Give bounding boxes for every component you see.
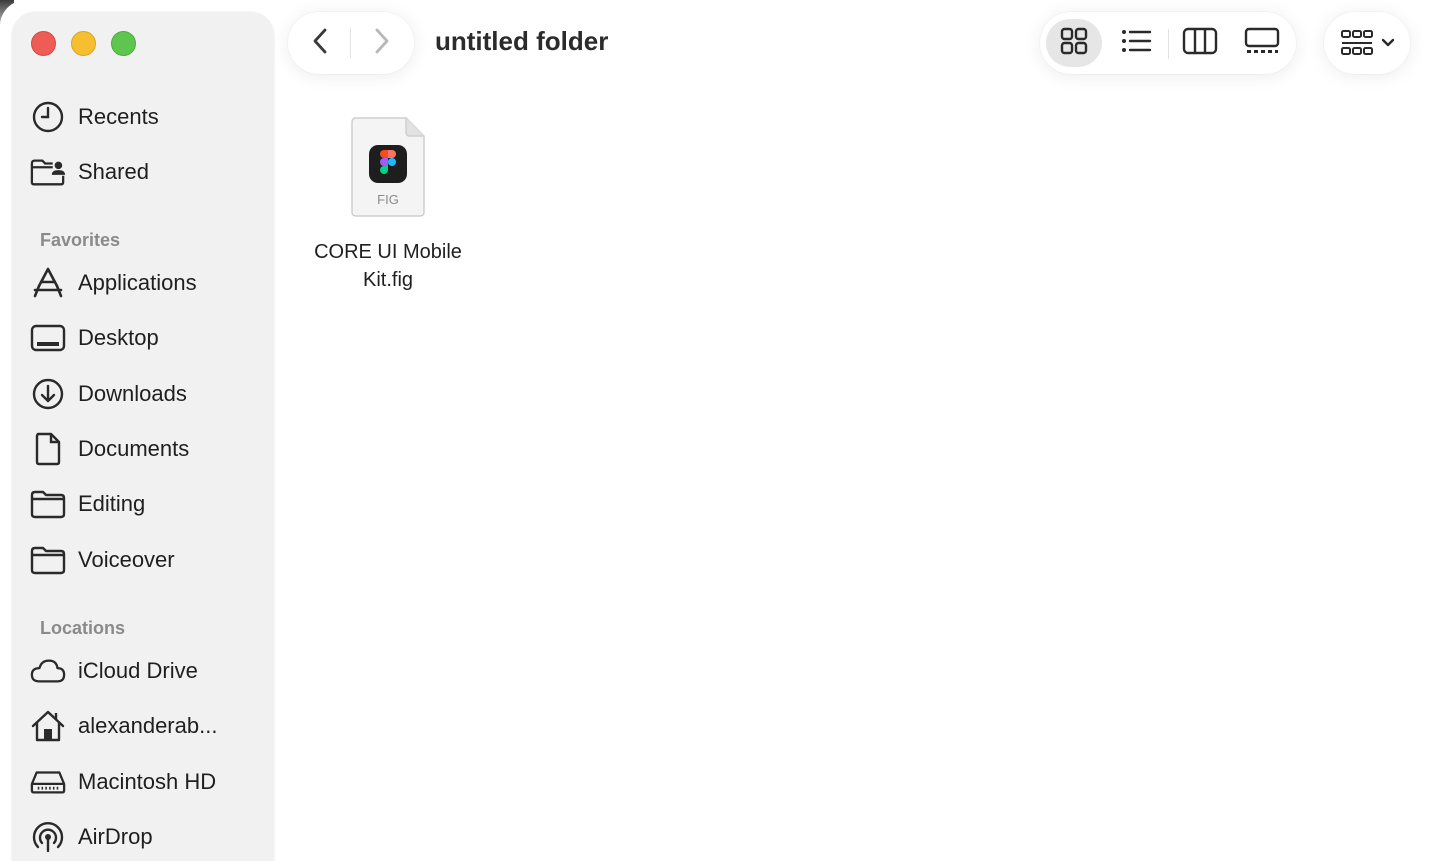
sidebar-item-label: Applications bbox=[78, 270, 197, 295]
sidebar-item-label: Desktop bbox=[78, 325, 159, 350]
file-type-label: FIG bbox=[377, 192, 399, 207]
applications-icon bbox=[30, 265, 66, 301]
sidebar-item-icloud-drive[interactable]: iCloud Drive bbox=[30, 649, 260, 693]
sidebar-item-applications[interactable]: Applications bbox=[30, 261, 260, 305]
airdrop-icon bbox=[30, 819, 66, 855]
navigation-controls bbox=[288, 12, 414, 74]
folder-icon bbox=[30, 486, 66, 522]
file-name: CORE UI Mobile Kit.fig bbox=[300, 238, 476, 294]
sidebar-item-voiceover[interactable]: Voiceover bbox=[30, 538, 260, 582]
sidebar-item-label: Documents bbox=[78, 436, 190, 461]
forward-button[interactable] bbox=[350, 12, 412, 74]
window-title: untitled folder bbox=[435, 26, 609, 56]
sidebar-item-label: alexanderab... bbox=[78, 713, 218, 738]
zoom-button[interactable] bbox=[111, 31, 136, 56]
cloud-icon bbox=[30, 653, 66, 689]
home-icon bbox=[30, 708, 66, 744]
folder-icon bbox=[30, 542, 66, 578]
sidebar-item-macintosh-hd[interactable]: Macintosh HD bbox=[30, 760, 260, 804]
chevron-right-icon bbox=[370, 26, 392, 61]
icon-view-button[interactable] bbox=[1046, 19, 1102, 67]
file-name-line: CORE UI Mobile bbox=[314, 241, 462, 263]
columns-icon bbox=[1182, 27, 1218, 60]
sidebar-item-downloads[interactable]: Downloads bbox=[30, 372, 260, 416]
list-icon bbox=[1120, 27, 1152, 60]
sidebar-item-label: Editing bbox=[78, 491, 146, 516]
divider bbox=[1168, 29, 1169, 59]
sidebar-item-label: AirDrop bbox=[78, 824, 153, 849]
desktop-icon bbox=[30, 320, 66, 356]
finder-window: Recents Shared Favorites Applications De… bbox=[0, 0, 1431, 861]
locations-heading: Locations bbox=[40, 618, 126, 638]
sidebar-item-desktop[interactable]: Desktop bbox=[30, 316, 260, 360]
minimize-button[interactable] bbox=[71, 31, 96, 56]
list-view-button[interactable] bbox=[1108, 19, 1164, 67]
sidebar-item-label: Macintosh HD bbox=[78, 769, 217, 794]
sidebar-item-label: Shared bbox=[78, 159, 149, 184]
downloads-icon bbox=[30, 376, 66, 412]
group-grid-icon bbox=[1340, 28, 1374, 63]
document-icon bbox=[30, 431, 66, 467]
sidebar-item-documents[interactable]: Documents bbox=[30, 427, 260, 471]
back-button[interactable] bbox=[290, 12, 352, 74]
favorites-heading: Favorites bbox=[40, 230, 121, 250]
group-by-button[interactable] bbox=[1324, 12, 1410, 74]
sidebar-item-shared[interactable]: Shared bbox=[30, 150, 260, 194]
sidebar-item-label: iCloud Drive bbox=[78, 658, 198, 683]
gallery-icon bbox=[1244, 27, 1280, 60]
column-view-button[interactable] bbox=[1172, 19, 1228, 67]
grid-icon bbox=[1059, 26, 1089, 61]
file-item[interactable]: FIG CORE UI Mobile Kit.fig bbox=[300, 116, 476, 294]
fig-file-icon: FIG bbox=[350, 116, 426, 218]
sidebar-item-label: Voiceover bbox=[78, 547, 175, 572]
sidebar-item-editing[interactable]: Editing bbox=[30, 482, 260, 526]
sidebar-item-recents[interactable]: Recents bbox=[30, 95, 260, 139]
drive-icon bbox=[30, 764, 66, 800]
sidebar-item-label: Recents bbox=[78, 104, 159, 129]
sidebar-item-label: Downloads bbox=[78, 381, 187, 406]
chevron-left-icon bbox=[310, 26, 332, 61]
sidebar-item-home[interactable]: alexanderab... bbox=[30, 704, 260, 748]
shared-folder-icon bbox=[30, 154, 66, 190]
gallery-view-button[interactable] bbox=[1234, 19, 1290, 67]
close-button[interactable] bbox=[31, 31, 56, 56]
chevron-down-icon bbox=[1380, 36, 1396, 55]
clock-icon bbox=[30, 99, 66, 135]
view-mode-controls bbox=[1040, 12, 1296, 74]
sidebar-item-airdrop[interactable]: AirDrop bbox=[30, 815, 260, 859]
file-name-line: Kit.fig bbox=[362, 269, 414, 291]
